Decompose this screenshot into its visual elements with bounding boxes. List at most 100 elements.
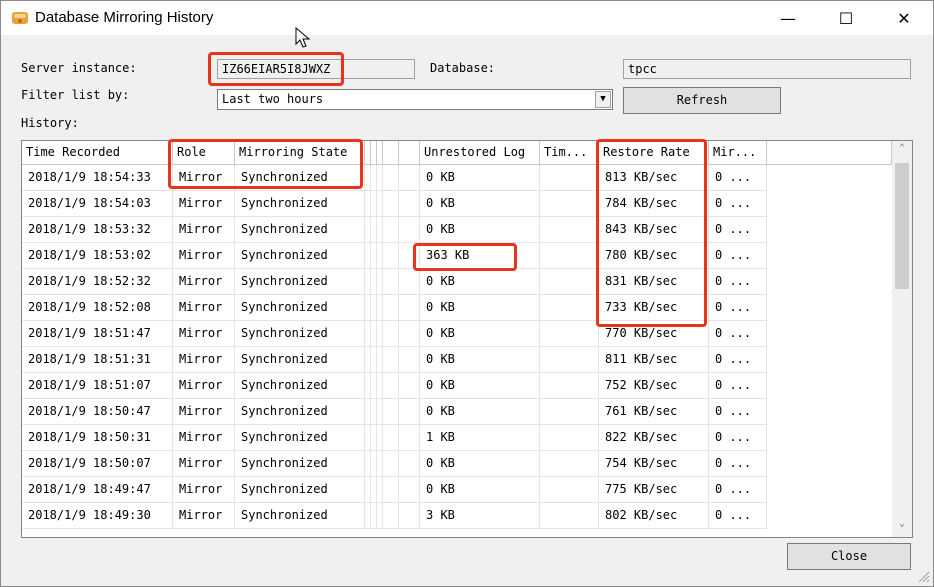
cell-empty — [383, 373, 399, 399]
cell-mirror: 0 ... — [709, 269, 767, 295]
cell-empty — [399, 503, 420, 529]
maximize-button[interactable]: ☐ — [823, 1, 869, 35]
cell-time: 2018/1/9 18:50:47 — [22, 399, 173, 425]
cell-time: 2018/1/9 18:50:31 — [22, 425, 173, 451]
table-row[interactable]: 2018/1/9 18:52:08 Mirror Synchronized 0 KB 7… — [22, 295, 892, 321]
table-row[interactable]: 2018/1/9 18:54:03 Mirror Synchronized 0 KB 7… — [22, 191, 892, 217]
table-row[interactable]: 2018/1/9 18:53:02 Mirror Synchronized 363 K… — [22, 243, 892, 269]
cell-empty — [540, 243, 599, 269]
cell-time: 2018/1/9 18:49:47 — [22, 477, 173, 503]
cell-unrestored-log: 0 KB — [420, 295, 540, 321]
cell-empty — [399, 373, 420, 399]
cell-mirror: 0 ... — [709, 399, 767, 425]
cell-restore-rate: 761 KB/sec — [599, 399, 709, 425]
cell-empty — [540, 503, 599, 529]
cell-state: Synchronized — [235, 503, 365, 529]
table-row[interactable]: 2018/1/9 18:51:07 Mirror Synchronized 0 KB 7… — [22, 373, 892, 399]
header-time[interactable]: Tim... — [540, 141, 599, 165]
refresh-button[interactable]: Refresh — [623, 87, 781, 114]
title-bar[interactable]: Database Mirroring History — ☐ ✕ — [1, 1, 933, 35]
cell-restore-rate: 831 KB/sec — [599, 269, 709, 295]
cell-empty — [383, 477, 399, 503]
cell-empty — [383, 425, 399, 451]
table-row[interactable]: 2018/1/9 18:52:32 Mirror Synchronized 0 KB 8… — [22, 269, 892, 295]
cell-empty — [399, 399, 420, 425]
filter-dropdown[interactable]: Last two hours ▼ — [217, 89, 613, 110]
cell-time: 2018/1/9 18:49:30 — [22, 503, 173, 529]
header-unrestored-log[interactable]: Unrestored Log — [420, 141, 540, 165]
cell-mirror: 0 ... — [709, 451, 767, 477]
cell-mirror: 0 ... — [709, 373, 767, 399]
cell-empty — [383, 295, 399, 321]
cell-unrestored-log: 0 KB — [420, 191, 540, 217]
header-restore-rate[interactable]: Restore Rate — [599, 141, 709, 165]
cell-mirror: 0 ... — [709, 477, 767, 503]
cell-role: Mirror — [173, 399, 235, 425]
cell-mirror: 0 ... — [709, 425, 767, 451]
cell-empty — [383, 165, 399, 191]
table-row[interactable]: 2018/1/9 18:49:47 Mirror Synchronized 0 KB 7… — [22, 477, 892, 503]
table-row[interactable]: 2018/1/9 18:54:33 Mirror Synchronized 0 KB 8… — [22, 165, 892, 191]
cell-mirror: 0 ... — [709, 243, 767, 269]
cell-empty — [540, 477, 599, 503]
table-row[interactable]: 2018/1/9 18:51:47 Mirror Synchronized 0 KB 7… — [22, 321, 892, 347]
cell-role: Mirror — [173, 165, 235, 191]
cell-unrestored-log: 0 KB — [420, 399, 540, 425]
cell-time: 2018/1/9 18:51:07 — [22, 373, 173, 399]
chevron-down-icon[interactable]: ▼ — [595, 91, 611, 108]
cell-role: Mirror — [173, 295, 235, 321]
cell-role: Mirror — [173, 373, 235, 399]
header-mirroring-state[interactable]: Mirroring State — [235, 141, 365, 165]
header-col-e[interactable] — [399, 141, 420, 165]
cell-empty — [399, 477, 420, 503]
vertical-scrollbar[interactable]: ⌃ ⌄ — [892, 141, 912, 537]
cell-time: 2018/1/9 18:54:03 — [22, 191, 173, 217]
header-mirror[interactable]: Mir... — [709, 141, 767, 165]
table-row[interactable]: 2018/1/9 18:50:47 Mirror Synchronized 0 KB 7… — [22, 399, 892, 425]
cell-state: Synchronized — [235, 269, 365, 295]
cell-role: Mirror — [173, 451, 235, 477]
cell-empty — [399, 165, 420, 191]
scroll-up-icon[interactable]: ⌃ — [892, 143, 912, 159]
header-time-recorded[interactable]: Time Recorded — [22, 141, 173, 165]
cell-unrestored-log: 0 KB — [420, 451, 540, 477]
database-app-icon — [12, 12, 28, 24]
cell-restore-rate: 813 KB/sec — [599, 165, 709, 191]
cell-empty — [383, 217, 399, 243]
cell-empty — [399, 451, 420, 477]
cell-unrestored-log: 3 KB — [420, 503, 540, 529]
cell-time: 2018/1/9 18:50:07 — [22, 451, 173, 477]
header-empty[interactable] — [767, 141, 892, 165]
cell-empty — [399, 295, 420, 321]
cell-unrestored-log: 0 KB — [420, 217, 540, 243]
cell-unrestored-log: 0 KB — [420, 321, 540, 347]
table-row[interactable]: 2018/1/9 18:49:30 Mirror Synchronized 3 KB 8… — [22, 503, 892, 529]
cell-empty — [383, 503, 399, 529]
close-button[interactable]: Close — [787, 543, 911, 570]
scrollbar-thumb[interactable] — [895, 163, 909, 289]
history-grid[interactable]: Time Recorded Role Mirroring State Unrestor… — [21, 140, 913, 538]
cell-time: 2018/1/9 18:53:02 — [22, 243, 173, 269]
minimize-button[interactable]: — — [765, 1, 811, 35]
cell-empty — [383, 399, 399, 425]
cell-role: Mirror — [173, 477, 235, 503]
table-row[interactable]: 2018/1/9 18:50:31 Mirror Synchronized 1 KB 8… — [22, 425, 892, 451]
cell-state: Synchronized — [235, 477, 365, 503]
cell-role: Mirror — [173, 217, 235, 243]
close-window-button[interactable]: ✕ — [881, 1, 927, 35]
history-label: History: — [21, 116, 79, 130]
scroll-down-icon[interactable]: ⌄ — [892, 519, 912, 535]
cell-empty — [399, 269, 420, 295]
table-row[interactable]: 2018/1/9 18:53:32 Mirror Synchronized 0 KB 8… — [22, 217, 892, 243]
header-col-d[interactable] — [383, 141, 399, 165]
resize-grip-icon[interactable] — [915, 568, 931, 584]
cell-state: Synchronized — [235, 347, 365, 373]
cell-unrestored-log: 0 KB — [420, 477, 540, 503]
table-row[interactable]: 2018/1/9 18:50:07 Mirror Synchronized 0 KB 7… — [22, 451, 892, 477]
header-role[interactable]: Role — [173, 141, 235, 165]
cell-role: Mirror — [173, 191, 235, 217]
cell-mirror: 0 ... — [709, 295, 767, 321]
cell-unrestored-log: 0 KB — [420, 347, 540, 373]
cell-restore-rate: 733 KB/sec — [599, 295, 709, 321]
table-row[interactable]: 2018/1/9 18:51:31 Mirror Synchronized 0 KB 8… — [22, 347, 892, 373]
